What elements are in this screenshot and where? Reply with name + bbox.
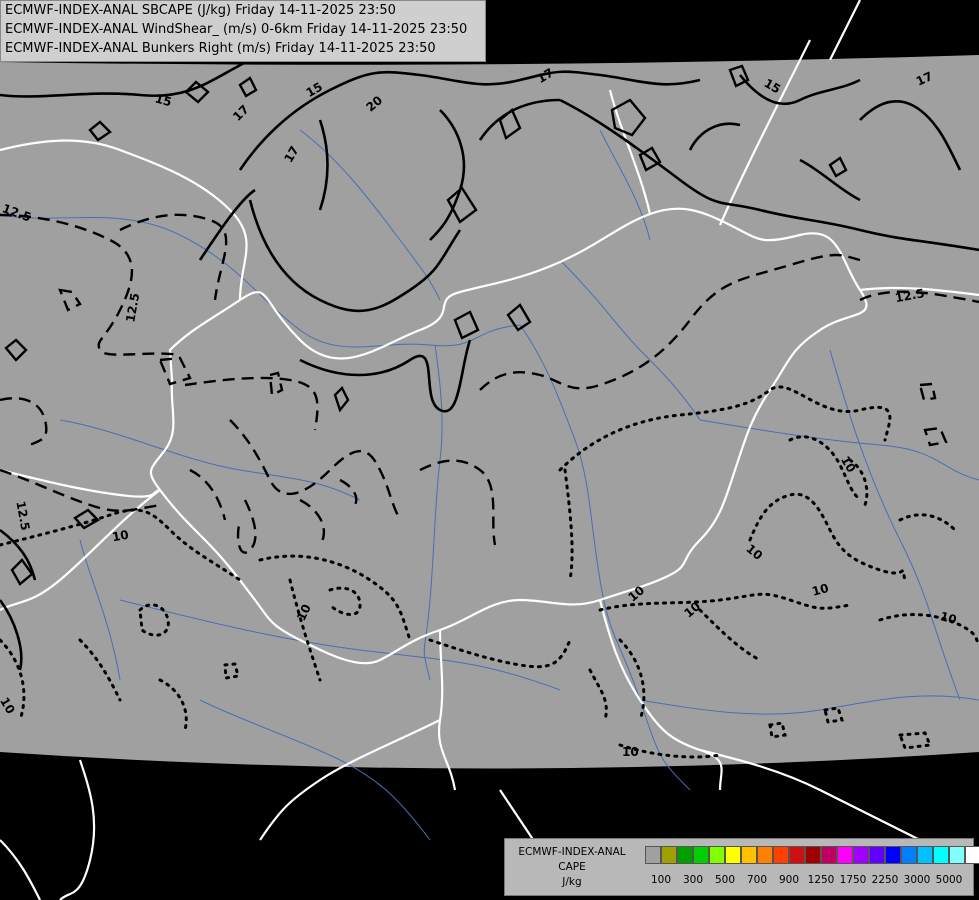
legend-swatch xyxy=(869,846,885,864)
legend-swatch xyxy=(661,846,677,864)
legend-swatch xyxy=(741,846,757,864)
legend-swatch xyxy=(917,846,933,864)
legend-swatch xyxy=(901,846,917,864)
legend-tick: 700 xyxy=(746,874,768,886)
legend-swatch xyxy=(725,846,741,864)
legend-swatch xyxy=(965,846,979,864)
legend-tick: 1250 xyxy=(807,874,835,886)
map-title-box: ECMWF-INDEX-ANAL SBCAPE (J/kg) Friday 14… xyxy=(0,0,486,62)
legend-tick: 1750 xyxy=(839,874,867,886)
legend-color-scale xyxy=(645,846,979,866)
legend-tick: 300 xyxy=(682,874,704,886)
legend-swatch xyxy=(693,846,709,864)
legend-label: ECMWF-INDEX-ANAL CAPE J/kg xyxy=(507,845,637,890)
title-line-bunkers: ECMWF-INDEX-ANAL Bunkers Right (m/s) Fri… xyxy=(5,41,436,56)
title-line-sbcape: ECMWF-INDEX-ANAL SBCAPE (J/kg) Friday 14… xyxy=(5,3,396,18)
legend-swatch xyxy=(837,846,853,864)
contour-label: 10 xyxy=(622,745,639,759)
title-line-windshear: ECMWF-INDEX-ANAL WindShear_ (m/s) 0-6km … xyxy=(5,22,468,37)
legend-swatch xyxy=(821,846,837,864)
legend-swatch xyxy=(645,846,661,864)
legend-swatch xyxy=(853,846,869,864)
legend-tick: 100 xyxy=(650,874,672,886)
legend-swatch xyxy=(933,846,949,864)
legend-swatch xyxy=(949,846,965,864)
legend-variable: CAPE xyxy=(558,861,586,873)
legend-swatch xyxy=(709,846,725,864)
legend-tick: 900 xyxy=(778,874,800,886)
model-domain xyxy=(0,55,979,769)
legend-unit: J/kg xyxy=(562,876,582,888)
legend-source: ECMWF-INDEX-ANAL xyxy=(518,846,626,858)
legend-swatch xyxy=(805,846,821,864)
legend-tick: 2250 xyxy=(871,874,899,886)
legend-tick: 5000 xyxy=(935,874,963,886)
cape-legend: ECMWF-INDEX-ANAL CAPE J/kg 100 300 500 700 9… xyxy=(504,838,979,896)
legend-swatch xyxy=(773,846,789,864)
legend-swatch xyxy=(677,846,693,864)
legend-swatch xyxy=(757,846,773,864)
legend-swatch xyxy=(789,846,805,864)
legend-tick: 3000 xyxy=(903,874,931,886)
legend-tick: 500 xyxy=(714,874,736,886)
contour-label: 10 xyxy=(111,528,130,545)
weather-map: 15 15 17 20 17 17 15 17 12.5 12.5 12.5 1… xyxy=(0,0,979,900)
legend-tick-labels: 100 300 500 700 900 1250 1750 2250 3000 5000 xyxy=(645,874,975,888)
legend-swatch xyxy=(885,846,901,864)
